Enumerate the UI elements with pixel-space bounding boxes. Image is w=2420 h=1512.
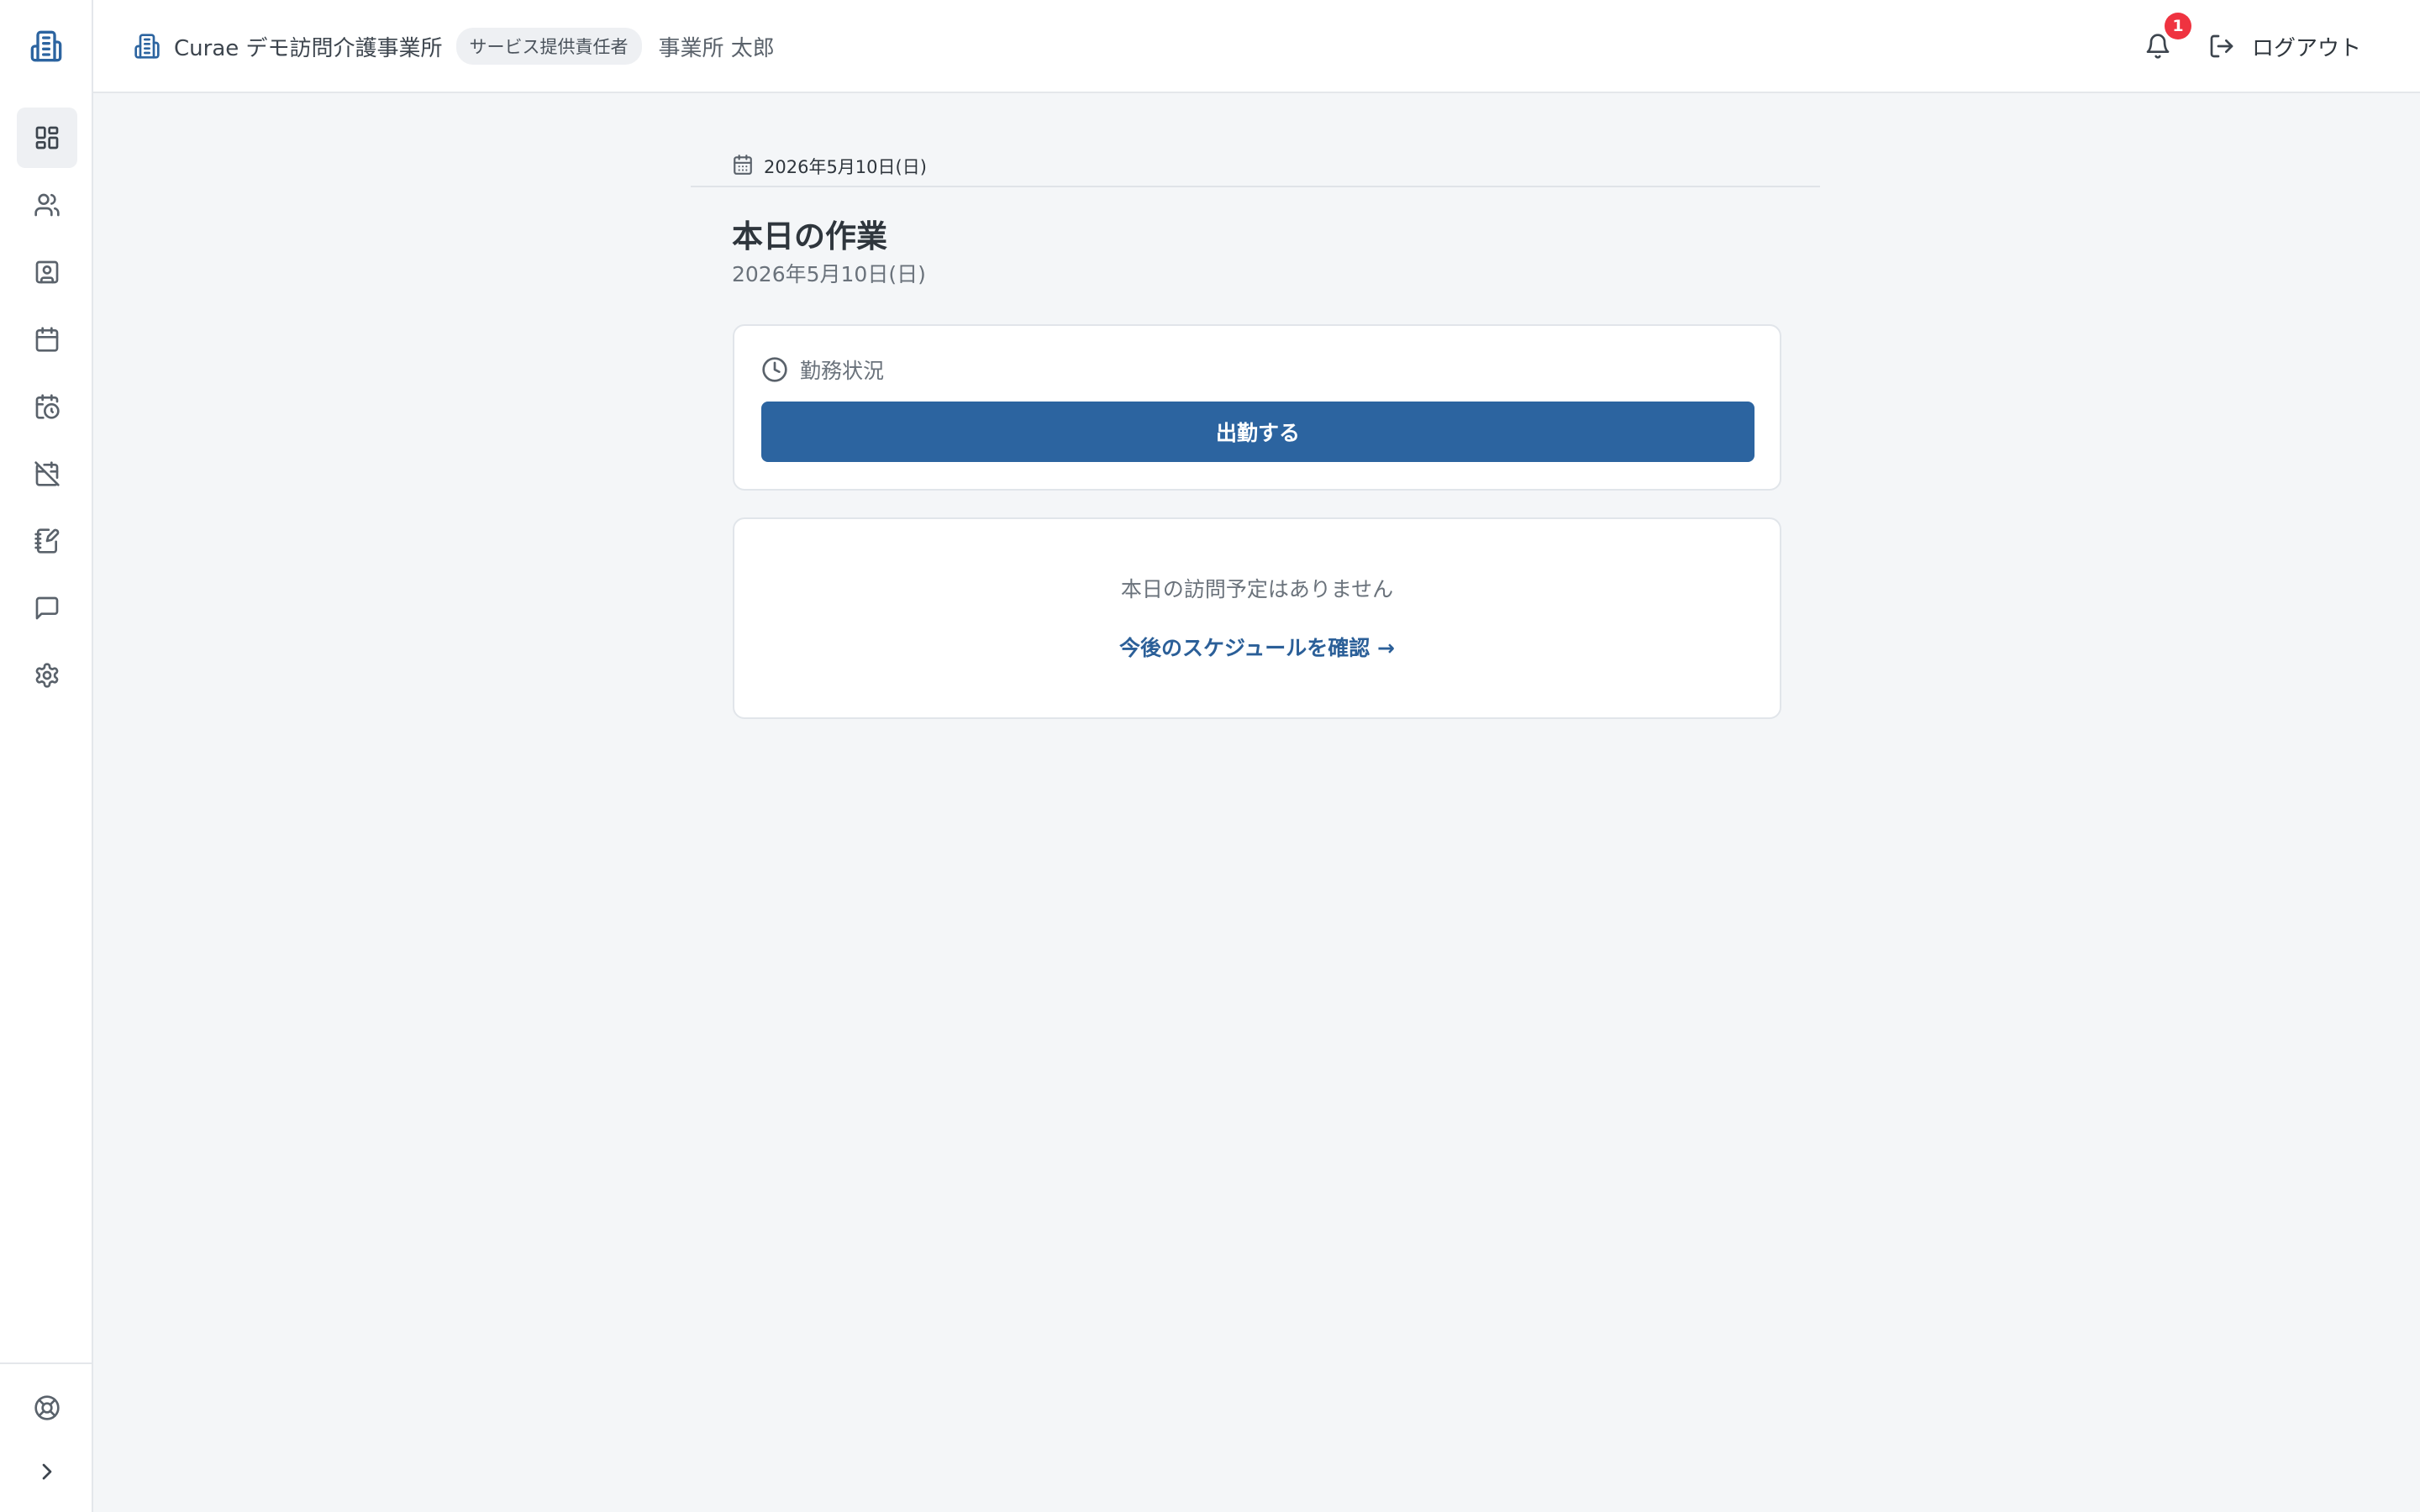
check-in-button[interactable]: 出勤する bbox=[761, 402, 1754, 462]
role-badge: サービス提供責任者 bbox=[455, 28, 642, 65]
sidebar-item-schedule[interactable] bbox=[17, 376, 77, 437]
logout-icon bbox=[2210, 34, 2233, 58]
sidebar-divider bbox=[0, 1362, 92, 1364]
sidebar-logo[interactable] bbox=[0, 0, 92, 92]
main-content: 2026年5月10日(日) 本日の作業 2026年5月10日(日) 勤務状況 出… bbox=[93, 93, 2420, 1512]
top-header: Curae デモ訪問介護事業所 サービス提供責任者 事業所 太郎 1 ログアウト bbox=[93, 0, 2420, 93]
sidebar-item-settings[interactable] bbox=[17, 645, 77, 706]
notebook-pen-icon bbox=[34, 528, 60, 554]
page-subtitle: 2026年5月10日(日) bbox=[732, 262, 926, 286]
notification-count-badge: 1 bbox=[2164, 13, 2191, 39]
sidebar bbox=[0, 0, 93, 1512]
sidebar-expand-button[interactable] bbox=[17, 1441, 77, 1502]
logout-button[interactable]: ログアウト bbox=[2208, 31, 2361, 62]
sidebar-item-records[interactable] bbox=[17, 511, 77, 571]
calendar-icon bbox=[35, 327, 59, 352]
user-name: 事業所 太郎 bbox=[658, 35, 775, 61]
calendar-icon bbox=[734, 155, 752, 175]
sidebar-item-contacts[interactable] bbox=[17, 242, 77, 302]
date-bar: 2026年5月10日(日) bbox=[691, 144, 1820, 187]
sidebar-item-calendar-off[interactable] bbox=[17, 444, 77, 504]
page-title: 本日の作業 bbox=[732, 218, 887, 255]
sidebar-item-calendar[interactable] bbox=[17, 309, 77, 370]
chevron-right-icon bbox=[42, 1463, 52, 1480]
attendance-card-header: 勤務状況 bbox=[761, 354, 884, 385]
header-actions: 1 ログアウト bbox=[2141, 0, 2361, 92]
attendance-heading: 勤務状況 bbox=[800, 359, 885, 383]
calendar-clock-icon bbox=[35, 394, 60, 419]
current-date: 2026年5月10日(日) bbox=[764, 157, 927, 177]
users-icon bbox=[34, 193, 60, 217]
future-schedule-link[interactable]: 今後のスケジュールを確認 → bbox=[734, 632, 1780, 662]
contact-card-icon bbox=[35, 260, 59, 284]
message-icon bbox=[35, 596, 59, 620]
notifications-button[interactable]: 1 bbox=[2141, 13, 2191, 63]
bell-icon bbox=[2146, 34, 2170, 59]
office-name: Curae デモ訪問介護事業所 bbox=[174, 35, 443, 61]
attendance-card: 勤務状況 出勤する bbox=[733, 324, 1781, 491]
app-root: Curae デモ訪問介護事業所 サービス提供責任者 事業所 太郎 1 ログアウト bbox=[0, 0, 2420, 1512]
sidebar-item-dashboard[interactable] bbox=[17, 108, 77, 168]
calendar-off-icon bbox=[34, 461, 60, 486]
office-info: Curae デモ訪問介護事業所 サービス提供責任者 事業所 太郎 bbox=[134, 0, 775, 92]
life-buoy-icon bbox=[34, 1395, 60, 1420]
logout-label: ログアウト bbox=[2251, 35, 2361, 61]
sidebar-item-users[interactable] bbox=[17, 175, 77, 235]
gear-icon bbox=[35, 663, 59, 688]
sidebar-item-messages[interactable] bbox=[17, 578, 77, 638]
schedule-card: 本日の訪問予定はありません 今後のスケジュールを確認 → bbox=[733, 517, 1781, 719]
dashboard-icon bbox=[35, 126, 59, 150]
no-visits-message: 本日の訪問予定はありません bbox=[1120, 577, 1394, 601]
building-icon bbox=[134, 34, 160, 59]
clock-icon bbox=[762, 357, 787, 382]
building-icon bbox=[30, 30, 62, 62]
sidebar-item-help[interactable] bbox=[17, 1378, 77, 1438]
